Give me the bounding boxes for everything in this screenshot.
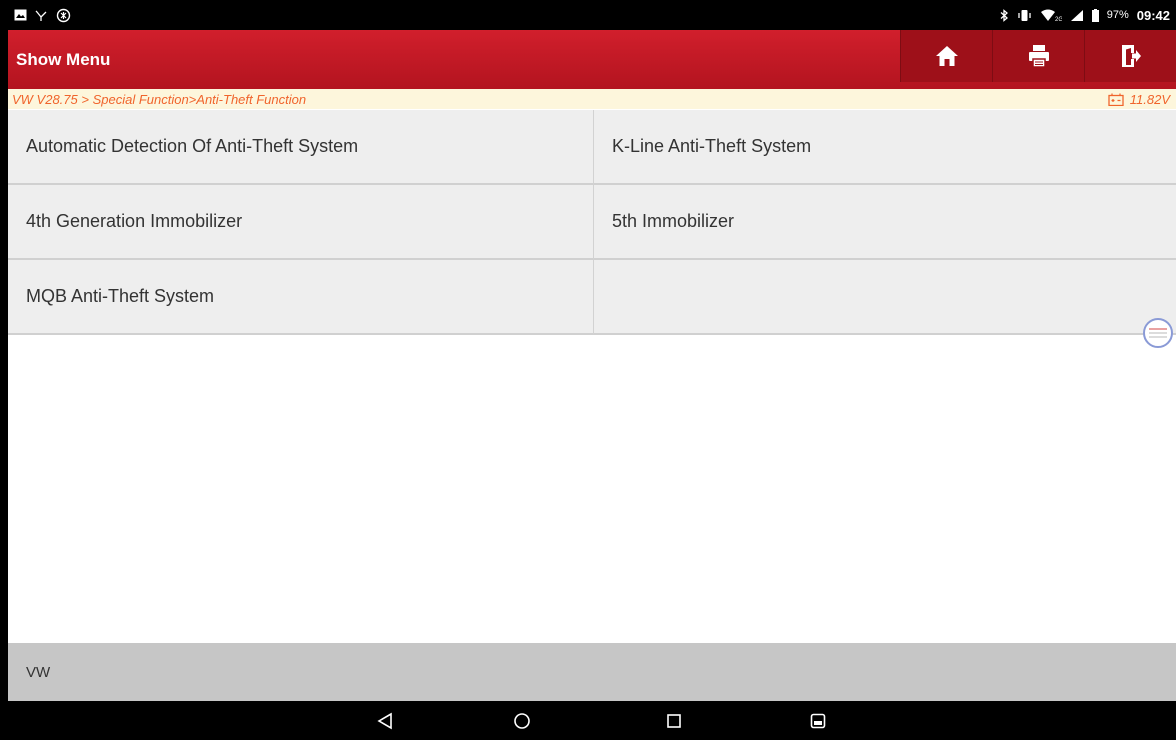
- battery-percent: 97%: [1106, 9, 1129, 21]
- recents-icon: [667, 714, 681, 728]
- usb-debug-icon: [35, 9, 48, 22]
- screenshot-icon: [810, 713, 826, 729]
- footer-label: VW: [26, 663, 51, 681]
- signal-icon: [1070, 9, 1084, 22]
- home-icon: [935, 46, 958, 66]
- home-circle-icon: [514, 713, 530, 729]
- nav-home-button[interactable]: [512, 711, 532, 731]
- back-button[interactable]: [375, 711, 395, 731]
- recents-button[interactable]: [664, 711, 684, 731]
- breadcrumb: VW V28.75 > Special Function>Anti-Theft …: [8, 89, 1176, 109]
- screen: 2G 97% 09:42 Show Menu VW V28.75 > Speci…: [0, 0, 1176, 740]
- print-icon: [1028, 45, 1049, 68]
- battery-voltage-icon: [1108, 93, 1124, 106]
- back-icon: [377, 712, 392, 730]
- navigation-bar: [8, 701, 1176, 740]
- menu-item-automatic-detection[interactable]: Automatic Detection Of Anti-Theft System: [8, 110, 594, 185]
- voltage-value: 11.82V: [1129, 91, 1170, 107]
- floating-assistant-icon[interactable]: [1143, 318, 1173, 348]
- status-bar: 2G 97% 09:42: [8, 0, 1176, 30]
- wifi-icon: 2G: [1040, 9, 1062, 22]
- page-title: Show Menu: [16, 49, 111, 69]
- function-menu: Automatic Detection Of Anti-Theft System…: [8, 110, 1176, 335]
- title-bar: Show Menu: [8, 30, 1176, 89]
- menu-item-4th-gen-immobilizer[interactable]: 4th Generation Immobilizer: [8, 185, 594, 260]
- footer-bar: VW: [8, 643, 1176, 701]
- exit-button[interactable]: [1084, 30, 1176, 82]
- menu-item-k-line-anti-theft[interactable]: K-Line Anti-Theft System: [594, 110, 1176, 185]
- settings-badge-icon: [56, 8, 71, 23]
- screenshot-button[interactable]: [808, 711, 828, 731]
- breadcrumb-path: VW V28.75 > Special Function>Anti-Theft …: [12, 91, 307, 107]
- print-button[interactable]: [992, 30, 1084, 82]
- menu-item-empty: [594, 260, 1176, 335]
- exit-icon: [1121, 45, 1141, 67]
- vibrate-icon: [1017, 9, 1032, 22]
- bluetooth-icon: [1000, 8, 1009, 22]
- battery-icon: [1091, 8, 1099, 22]
- menu-item-5th-immobilizer[interactable]: 5th Immobilizer: [594, 185, 1176, 260]
- status-left: [14, 8, 71, 23]
- clock: 09:42: [1136, 7, 1170, 23]
- menu-item-mqb-anti-theft[interactable]: MQB Anti-Theft System: [8, 260, 594, 335]
- screen-edge: [0, 0, 8, 740]
- svg-text:2G: 2G: [1055, 17, 1062, 22]
- home-button[interactable]: [900, 30, 992, 82]
- status-right: 2G 97% 09:42: [1000, 8, 1170, 23]
- gallery-notification-icon: [14, 9, 27, 21]
- toolbar: [900, 30, 1176, 82]
- voltage-indicator: 11.82V: [1108, 92, 1170, 107]
